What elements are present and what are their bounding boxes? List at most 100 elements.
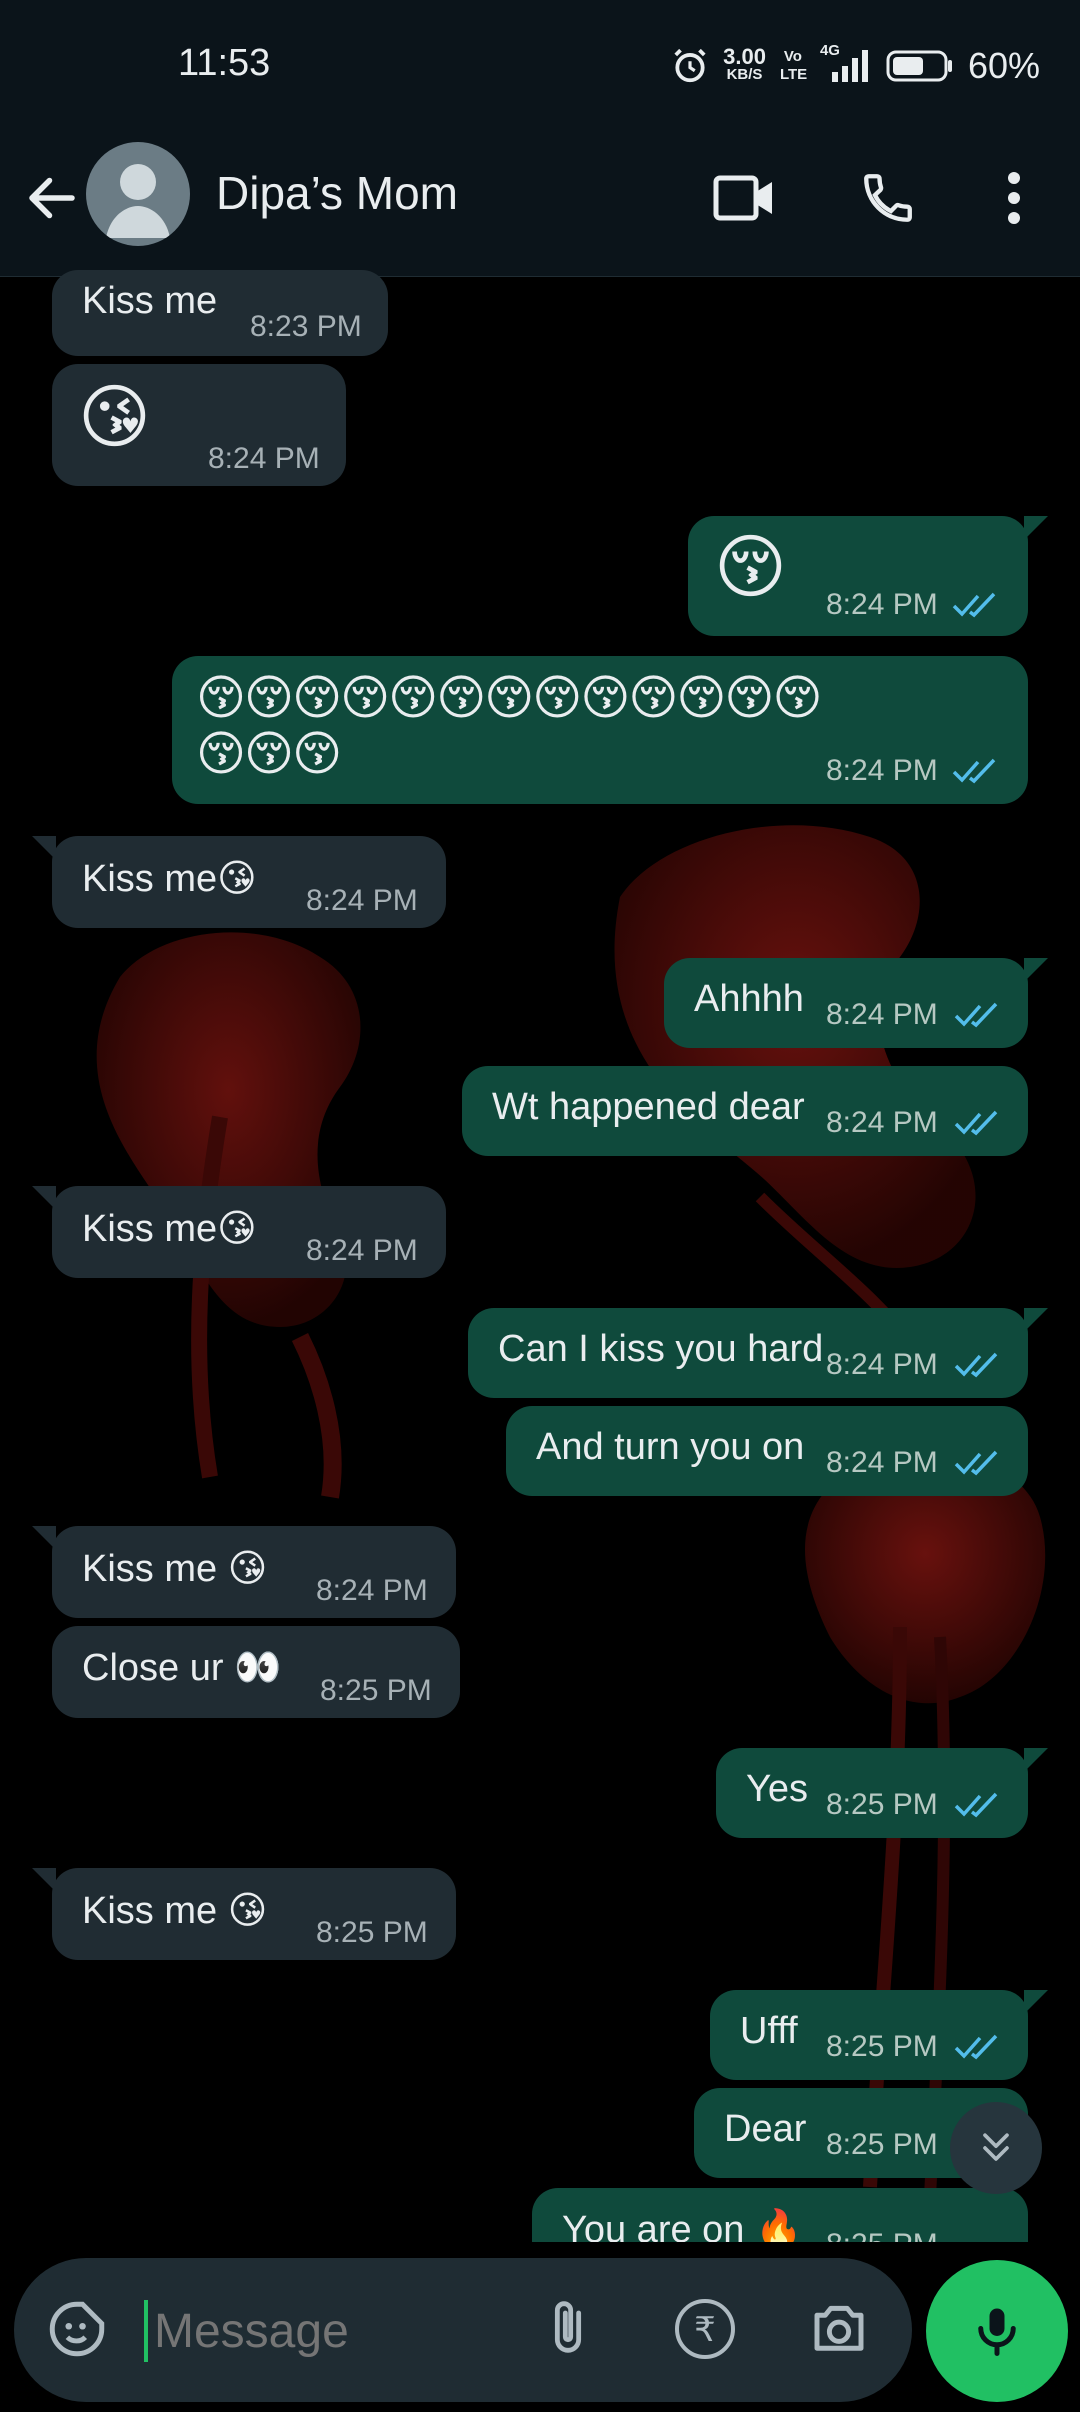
message-text: Kiss me😘	[82, 1208, 257, 1250]
phone-icon	[864, 174, 912, 222]
message-outgoing[interactable]: Can I kiss you hard 8:24 PM	[468, 1308, 1048, 1398]
message-text: Kiss me	[82, 280, 218, 322]
message-outgoing[interactable]: 😚 8:24 PM	[688, 516, 1048, 636]
message-time: 8:25 PM	[826, 2128, 938, 2161]
avatar[interactable]	[86, 142, 190, 246]
status-icons: 3.00 KB/S Vo LTE 4G 60%	[671, 36, 1040, 96]
payment-button[interactable]: ₹	[672, 2296, 738, 2362]
network-speed: 3.00 KB/S	[723, 46, 766, 84]
bubble-tail	[1024, 516, 1048, 540]
read-receipt-icon	[954, 1110, 998, 1136]
message-composer: ₹	[14, 2258, 912, 2402]
emoji-sticker-button[interactable]	[44, 2296, 110, 2362]
bubble-tail	[32, 836, 56, 860]
scroll-down-icon	[983, 2133, 1009, 2161]
message-time: 8:25 PM	[826, 2030, 938, 2063]
message-text: Ahhhh	[694, 978, 804, 1020]
message-emoji: 😚	[714, 528, 787, 606]
bubble-tail	[1024, 958, 1048, 982]
message-incoming[interactable]: Kiss me 😘 8:24 PM	[32, 1526, 456, 1618]
message-text: Kiss me 😘	[82, 1548, 268, 1590]
network-speed-unit: KB/S	[726, 66, 763, 83]
message-incoming[interactable]: Kiss me😘 8:24 PM	[32, 836, 446, 928]
message-time: 8:24 PM	[826, 998, 938, 1031]
bubble-tail	[1024, 1308, 1048, 1332]
message-text: Wt happened dear	[492, 1086, 805, 1128]
message-incoming[interactable]: 😘 8:24 PM	[52, 364, 346, 486]
message-outgoing[interactable]: Ahhhh 8:24 PM	[664, 958, 1048, 1048]
bubble-tail	[32, 1868, 56, 1892]
read-receipt-icon	[954, 1352, 998, 1378]
message-time: 8:24 PM	[316, 1574, 428, 1607]
message-outgoing[interactable]: You are on 🔥 8:25 PM	[532, 2188, 1028, 2242]
battery-icon	[886, 50, 952, 82]
more-options-icon	[1008, 172, 1020, 224]
message-emoji-line: 😚😚😚	[196, 728, 342, 781]
message-incoming[interactable]: Kiss me 😘 8:25 PM	[32, 1868, 456, 1960]
message-time: 8:25 PM	[826, 2228, 938, 2242]
video-call-icon	[713, 175, 772, 221]
back-button[interactable]	[22, 168, 82, 228]
status-bar: 11:53 3.00 KB/S Vo LTE 4G 60%	[0, 0, 1080, 140]
message-text: You are on 🔥	[562, 2209, 803, 2242]
message-text: Kiss me 😘	[82, 1890, 268, 1932]
message-text: And turn you on	[536, 1426, 805, 1468]
message-time: 8:24 PM	[208, 442, 320, 475]
contact-name[interactable]: Dipa’s Mom	[216, 166, 458, 220]
volte-indicator: Vo LTE	[779, 48, 808, 83]
attach-icon	[554, 2301, 582, 2353]
message-text: Kiss me😘	[82, 858, 257, 900]
bubble-tail	[32, 1186, 56, 1210]
message-outgoing[interactable]: Ufff 8:25 PM	[710, 1990, 1048, 2080]
read-receipt-icon	[952, 592, 996, 618]
message-outgoing[interactable]: Yes 8:25 PM	[716, 1748, 1048, 1838]
currency-symbol: ₹	[694, 2310, 716, 2350]
read-receipt-icon	[952, 758, 996, 784]
message-time: 8:24 PM	[826, 754, 938, 787]
read-receipt-icon	[954, 2034, 998, 2060]
message-text: Yes	[746, 1768, 808, 1810]
message-time: 8:24 PM	[826, 588, 938, 621]
message-text: Close ur 👀	[82, 1647, 282, 1689]
message-incoming[interactable]: Kiss me😘 8:24 PM	[32, 1186, 446, 1278]
rupee-icon: ₹	[675, 2299, 735, 2359]
battery-percent: 60%	[967, 45, 1040, 86]
message-emoji-line: 😚😚😚😚😚😚😚😚😚😚😚😚😚	[196, 672, 823, 725]
read-receipt-icon	[954, 1792, 998, 1818]
read-receipt-icon	[954, 1450, 998, 1476]
back-arrow-icon	[29, 177, 75, 219]
voice-record-button[interactable]	[926, 2260, 1068, 2402]
bubble-tail	[32, 1526, 56, 1550]
message-outgoing[interactable]: 😚😚😚😚😚😚😚😚😚😚😚😚😚 😚😚😚 8:24 PM	[172, 656, 1028, 804]
bubble-tail	[1024, 1748, 1048, 1772]
message-time: 8:25 PM	[826, 1788, 938, 1821]
message-text: Ufff	[740, 2010, 798, 2052]
avatar-icon	[106, 164, 170, 238]
message-incoming[interactable]: Close ur 👀 8:25 PM	[52, 1626, 460, 1718]
video-call-button[interactable]	[708, 162, 780, 234]
voice-call-button[interactable]	[852, 162, 924, 234]
camera-button[interactable]	[806, 2296, 872, 2362]
message-clip: You are on 🔥 8:25 PM	[0, 2180, 1080, 2242]
message-time: 8:25 PM	[320, 1674, 432, 1707]
message-input[interactable]	[152, 2288, 516, 2374]
message-outgoing[interactable]: And turn you on 8:24 PM	[506, 1406, 1028, 1496]
message-time: 8:24 PM	[306, 1234, 418, 1267]
alarm-icon	[674, 48, 706, 83]
message-time: 8:24 PM	[826, 1446, 938, 1479]
message-outgoing[interactable]: Wt happened dear 8:24 PM	[462, 1066, 1028, 1156]
message-incoming[interactable]: Kiss me 8:23 PM	[52, 270, 388, 356]
scroll-to-bottom-button[interactable]	[950, 2102, 1042, 2194]
status-time: 11:53	[178, 42, 271, 84]
text-cursor	[144, 2300, 148, 2362]
sticker-icon	[49, 2301, 105, 2357]
more-options-button[interactable]	[978, 162, 1050, 234]
message-time: 8:23 PM	[250, 310, 362, 343]
message-time: 8:24 PM	[306, 884, 418, 917]
attach-button[interactable]	[536, 2296, 600, 2362]
signal-icon: 4G	[820, 42, 872, 86]
message-text: Dear	[724, 2108, 807, 2150]
message-emoji: 😘	[78, 378, 151, 456]
message-text: Can I kiss you hard	[498, 1328, 824, 1370]
message-time: 8:24 PM	[826, 1106, 938, 1139]
